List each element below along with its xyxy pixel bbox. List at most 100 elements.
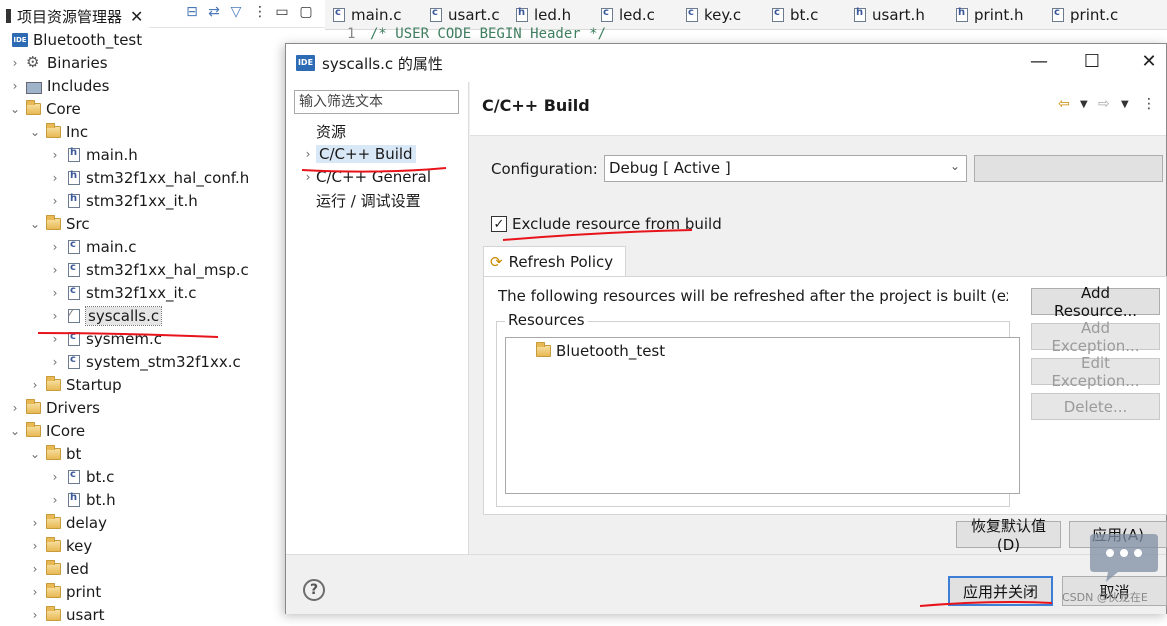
collapse-all-icon[interactable]: ⊟	[184, 4, 200, 20]
editor-tab[interactable]: main.c	[333, 4, 402, 26]
resource-item[interactable]: Bluetooth_test	[532, 342, 665, 360]
close-icon[interactable]: ✕	[130, 7, 143, 26]
chevron-right-icon[interactable]: ›	[48, 148, 62, 162]
editor-tab[interactable]: usart.c	[430, 4, 500, 26]
tree-item[interactable]: › stm32f1xx_hal_conf.h	[48, 166, 250, 189]
tree-item[interactable]: › Binaries	[8, 51, 108, 74]
chevron-right-icon[interactable]: ›	[48, 493, 62, 507]
tree-item[interactable]: ⌄ Src	[28, 212, 90, 235]
minimize-icon[interactable]: —	[1028, 52, 1050, 72]
configuration-select[interactable]: Debug [ Active ] ⌄	[604, 155, 967, 182]
maximize-icon[interactable]: ☐	[1081, 52, 1103, 72]
tree-item[interactable]: › Drivers	[8, 396, 100, 419]
add-resource-button[interactable]: Add Resource...	[1031, 284, 1160, 320]
tab-refresh-policy[interactable]: ⟳ Refresh Policy	[483, 246, 626, 276]
tree-item[interactable]: › stm32f1xx_hal_msp.c	[48, 258, 249, 281]
back-arrow-icon[interactable]: ⇦	[1058, 96, 1070, 112]
editor-tab[interactable]: print.c	[1052, 4, 1118, 26]
chevron-right-icon[interactable]: ›	[8, 79, 22, 93]
chevron-right-icon[interactable]: ›	[28, 539, 42, 553]
tree-item[interactable]: › bt.h	[48, 488, 116, 511]
tree-item[interactable]: › usart	[28, 603, 105, 626]
chevron-right-icon[interactable]: ›	[48, 194, 62, 208]
tree-item[interactable]: › delay	[28, 511, 107, 534]
chevron-right-icon[interactable]: ›	[28, 585, 42, 599]
tree-item[interactable]: › sysmem.c	[48, 327, 162, 350]
resources-tree[interactable]: Bluetooth_test	[505, 337, 1020, 494]
tree-item[interactable]: › Includes	[8, 74, 110, 97]
nav-item[interactable]: 运行 / 调试设置	[300, 189, 421, 211]
chevron-down-icon[interactable]: ▼	[1080, 99, 1088, 110]
chevron-down-icon[interactable]: ▼	[1121, 99, 1129, 110]
chevron-right-icon[interactable]: ›	[48, 332, 62, 346]
chevron-right-icon[interactable]: ›	[48, 263, 62, 277]
editor-tab[interactable]: print.h	[956, 4, 1024, 26]
chevron-right-icon[interactable]: ›	[48, 240, 62, 254]
chevron-right-icon[interactable]: ›	[300, 147, 316, 161]
chevron-right-icon[interactable]: ›	[8, 401, 22, 415]
chevron-right-icon[interactable]: ›	[28, 378, 42, 392]
edit-exception-button[interactable]: Edit Exception...	[1031, 354, 1160, 390]
tree-item[interactable]: › syscalls.c	[48, 304, 163, 327]
add-exception-button[interactable]: Add Exception...	[1031, 319, 1160, 355]
nav-item[interactable]: › C/C++ Build	[300, 143, 416, 165]
editor-tab[interactable]: usart.h	[854, 4, 925, 26]
maximize-icon[interactable]: ▢	[298, 4, 314, 20]
tree-item[interactable]: ⌄ Core	[8, 97, 81, 120]
chevron-down-icon[interactable]: ⌄	[8, 102, 22, 116]
chevron-right-icon[interactable]: ›	[28, 608, 42, 622]
apply-and-close-button[interactable]: 应用并关闭	[948, 576, 1053, 606]
editor-tab[interactable]: key.c	[686, 4, 741, 26]
exclude-checkbox[interactable]: ✓	[491, 216, 507, 232]
chevron-right-icon[interactable]: ›	[48, 309, 62, 323]
chevron-right-icon[interactable]: ›	[48, 286, 62, 300]
chevron-right-icon[interactable]: ›	[48, 171, 62, 185]
tree-item[interactable]: ⌄ bt	[28, 442, 81, 465]
view-menu-icon[interactable]: ⋮	[1142, 96, 1156, 112]
tree-item[interactable]: › print	[28, 580, 101, 603]
chevron-right-icon[interactable]: ›	[300, 170, 316, 184]
chevron-right-icon[interactable]: ›	[28, 516, 42, 530]
tree-item[interactable]: › main.h	[48, 143, 138, 166]
tree-item[interactable]: ⌄ ICore	[8, 419, 85, 442]
tree-item[interactable]: › bt.c	[48, 465, 115, 488]
tree-item[interactable]: › stm32f1xx_it.h	[48, 189, 198, 212]
tree-item[interactable]: › Startup	[28, 373, 122, 396]
filter-icon[interactable]: ▽	[228, 4, 244, 20]
chevron-down-icon[interactable]: ⌄	[28, 447, 42, 461]
chevron-right-icon[interactable]: ›	[28, 562, 42, 576]
view-menu-icon[interactable]: ⋮	[252, 4, 268, 20]
restore-defaults-button[interactable]: 恢复默认值(D)	[956, 517, 1061, 554]
nav-item[interactable]: › C/C++ General	[300, 166, 431, 188]
close-icon[interactable]: ✕	[1138, 52, 1160, 72]
tree-item[interactable]: ⌄ Inc	[28, 120, 88, 143]
tree-item[interactable]: IDE Bluetooth_test	[8, 28, 142, 51]
editor-tab[interactable]: led.h	[516, 4, 571, 26]
tree-item-label: bt.h	[86, 490, 116, 509]
nav-item[interactable]: 资源	[300, 120, 346, 142]
chevron-down-icon[interactable]: ⌄	[28, 217, 42, 231]
editor-tab[interactable]: led.c	[601, 4, 655, 26]
chevron-right-icon[interactable]: ›	[8, 56, 22, 70]
tree-item[interactable]: › system_stm32f1xx.c	[48, 350, 241, 373]
chevron-right-icon[interactable]: ›	[48, 355, 62, 369]
help-icon[interactable]: ?	[303, 579, 325, 601]
chevron-down-icon[interactable]: ⌄	[28, 125, 42, 139]
forward-arrow-icon[interactable]: ⇨	[1098, 96, 1110, 112]
tree-item[interactable]: › main.c	[48, 235, 137, 258]
delete-button[interactable]: Delete...	[1031, 393, 1160, 420]
chevron-right-icon[interactable]: ›	[48, 470, 62, 484]
exclude-row[interactable]: ✓ Exclude resource from build	[491, 215, 722, 233]
manage-configurations-button[interactable]	[974, 155, 1163, 182]
tree-item[interactable]: › stm32f1xx_it.c	[48, 281, 197, 304]
minimize-icon[interactable]: ▭	[274, 4, 290, 20]
dialog-titlebar[interactable]: IDE syscalls.c 的属性 — ☐ ✕	[286, 44, 1166, 82]
filter-input[interactable]	[294, 90, 459, 114]
chevron-down-icon[interactable]: ⌄	[8, 424, 22, 438]
code-line[interactable]: /* USER CODE BEGIN Header */	[370, 26, 606, 42]
tree-item[interactable]: › key	[28, 534, 92, 557]
explorer-tab[interactable]: 项目资源管理器 ✕	[0, 0, 150, 28]
tree-item[interactable]: › led	[28, 557, 89, 580]
editor-tab[interactable]: bt.c	[772, 4, 818, 26]
link-editor-icon[interactable]: ⇄	[206, 4, 222, 20]
